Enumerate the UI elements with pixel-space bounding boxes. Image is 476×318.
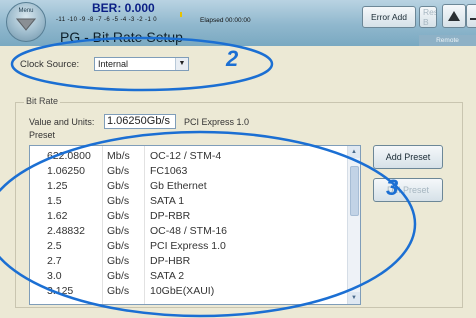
annotation-number-3: 3: [386, 175, 399, 200]
preset-value: 2.48832: [47, 225, 85, 237]
clock-source-select[interactable]: Internal ▼: [94, 57, 189, 71]
preset-unit: Gb/s: [107, 240, 130, 252]
value-units-label: Value and Units:: [29, 117, 95, 127]
ber-readout: BER: 0.000: [92, 1, 155, 15]
preset-value: 1.06250: [47, 165, 85, 177]
ber-scale-marker: [180, 12, 182, 17]
preset-list[interactable]: 622.0800 Mb/s OC-12 / STM-4 1.06250 Gb/s FC10…: [29, 145, 361, 305]
preset-unit: Gb/s: [107, 225, 130, 237]
preset-value: 1.25: [47, 180, 68, 192]
error-add-button[interactable]: Error Add: [362, 6, 416, 28]
bit-rate-setup-window: Menu BER: 0.000 -11 -10 -9 -8 -7 -6 -5 -…: [0, 0, 476, 318]
add-preset-button[interactable]: Add Preset: [373, 145, 443, 169]
preset-unit: Mb/s: [107, 150, 130, 162]
minimize-button[interactable]: [466, 4, 476, 28]
menu-arrow-icon: [16, 18, 36, 31]
scroll-up-icon[interactable]: ▲: [348, 146, 360, 158]
elapsed-time: Elapsed 00:00:00: [200, 17, 251, 24]
preset-unit: Gb/s: [107, 255, 130, 267]
preset-name: FC1063: [150, 165, 188, 177]
dropdown-arrow-icon[interactable]: ▼: [175, 58, 188, 70]
delete-preset-button[interactable]: Del Preset: [373, 178, 443, 202]
preset-name: OC-12 / STM-4: [150, 150, 222, 162]
remote-indicator: Remote: [419, 35, 476, 46]
preset-row[interactable]: 1.5 Gb/s SATA 1: [30, 195, 348, 209]
preset-row[interactable]: 1.62 Gb/s DP-RBR: [30, 210, 348, 224]
preset-label: Preset: [29, 130, 56, 140]
preset-row[interactable]: 2.48832 Gb/s OC-48 / STM-16: [30, 225, 348, 239]
preset-value: 3.0: [47, 270, 62, 282]
annotation-number-2: 2: [226, 46, 239, 71]
menu-button[interactable]: Menu: [6, 2, 46, 42]
warning-triangle-icon: [448, 11, 460, 21]
page-title: PG - Bit Rate Setup: [60, 29, 183, 45]
bit-rate-group-title: Bit Rate: [24, 96, 61, 106]
preset-name: OC-48 / STM-16: [150, 225, 228, 237]
preset-unit: Gb/s: [107, 270, 130, 282]
preset-unit: Gb/s: [107, 285, 130, 297]
preset-value: 1.5: [47, 195, 62, 207]
preset-name: SATA 2: [150, 270, 185, 282]
header-bar: Menu BER: 0.000 -11 -10 -9 -8 -7 -6 -5 -…: [0, 0, 476, 46]
preset-name: 10GbE(XAUI): [150, 285, 215, 297]
preset-name: SATA 1: [150, 195, 185, 207]
scrollbar-thumb[interactable]: [350, 166, 359, 216]
minimize-icon: [470, 18, 476, 20]
scroll-down-icon[interactable]: ▼: [348, 292, 360, 304]
preset-row[interactable]: 1.06250 Gb/s FC1063: [30, 165, 348, 179]
preset-row[interactable]: 2.7 Gb/s DP-HBR: [30, 255, 348, 269]
warning-button[interactable]: [442, 4, 466, 28]
reset-button[interactable]: Reset B: [419, 6, 437, 28]
preset-name: PCI Express 1.0: [150, 240, 226, 252]
menu-label: Menu: [18, 8, 34, 14]
preset-unit: Gb/s: [107, 195, 130, 207]
preset-value: 2.5: [47, 240, 62, 252]
preset-value: 1.62: [47, 210, 68, 222]
preset-row[interactable]: 622.0800 Mb/s OC-12 / STM-4: [30, 150, 348, 164]
preset-unit: Gb/s: [107, 165, 130, 177]
preset-value: 622.0800: [47, 150, 91, 162]
preset-value: 2.7: [47, 255, 62, 267]
clock-source-label: Clock Source:: [20, 59, 80, 70]
selected-standard-label: PCI Express 1.0: [184, 117, 250, 127]
clock-source-value: Internal: [98, 59, 129, 69]
preset-row[interactable]: 3.0 Gb/s SATA 2: [30, 270, 348, 284]
preset-unit: Gb/s: [107, 180, 130, 192]
preset-name: Gb Ethernet: [150, 180, 207, 192]
preset-unit: Gb/s: [107, 210, 130, 222]
preset-name: DP-HBR: [150, 255, 191, 267]
preset-value: 3.125: [47, 285, 74, 297]
preset-row[interactable]: 1.25 Gb/s Gb Ethernet: [30, 180, 348, 194]
preset-list-scrollbar[interactable]: ▲ ▼: [347, 146, 360, 304]
preset-row[interactable]: 2.5 Gb/s PCI Express 1.0: [30, 240, 348, 254]
ber-scale: -11 -10 -9 -8 -7 -6 -5 -4 -3 -2 -1 0: [56, 17, 157, 23]
bit-rate-value-input[interactable]: 1.06250Gb/s: [104, 114, 176, 129]
preset-row[interactable]: 3.125 Gb/s 10GbE(XAUI): [30, 285, 348, 299]
preset-name: DP-RBR: [150, 210, 191, 222]
